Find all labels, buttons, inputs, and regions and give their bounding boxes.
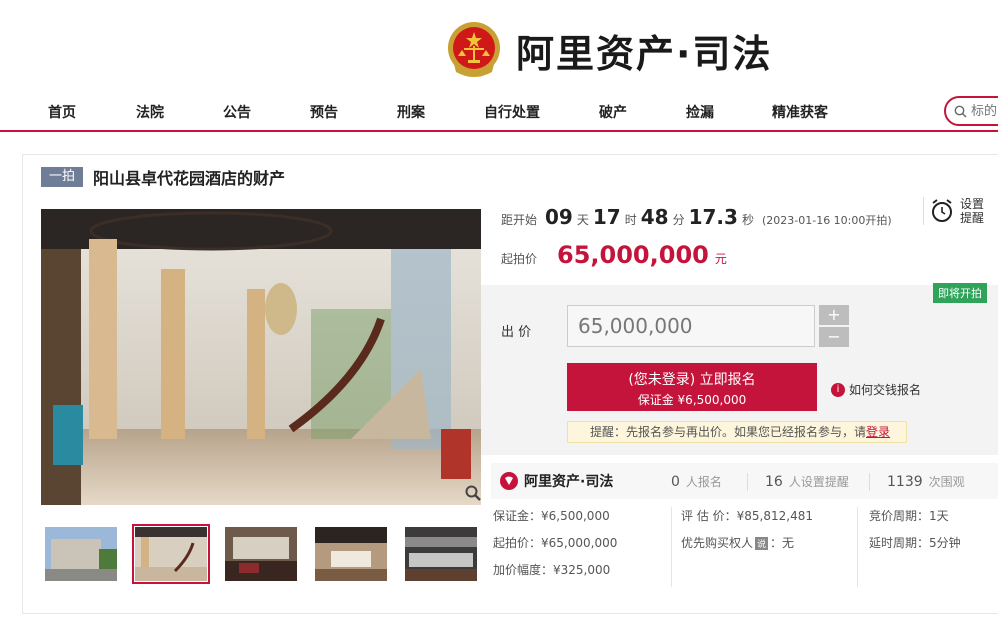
nav-preview[interactable]: 预告 [310,102,338,122]
signup-button-label: (您未登录) 立即报名 [628,372,756,388]
countdown-minutes: 48 [640,205,669,229]
item-title: 阳山县卓代花园酒店的财产 [93,169,286,188]
reminders-label: 人设置提醒 [788,475,849,489]
stat-divider [869,473,870,491]
nav-criminal[interactable]: 刑案 [397,102,425,122]
main-nav: 首页 法院 公告 预告 刑案 自行处置 破产 捡漏 精准获客 [0,96,998,132]
countdown-hours-unit: 时 [624,213,637,227]
search-icon [954,105,967,117]
countdown-seconds: 17.3 [688,205,738,229]
search-box[interactable] [944,96,998,126]
how-to-pay-link[interactable]: i 如何交钱报名 [831,381,921,398]
stat-divider [747,473,748,491]
priority-explain-icon[interactable]: 说 [755,537,769,550]
appraisal-info: 评 估 价：¥85,812,481 [681,509,813,523]
nav-court[interactable]: 法院 [136,102,164,122]
ali-asset-icon [500,472,518,490]
nav-self-disposal[interactable]: 自行处置 [484,102,540,122]
countdown-label: 距开始 [501,213,538,227]
views-stat: 1139 次围观 [887,473,965,490]
decrease-bid-button[interactable]: − [819,327,849,347]
signups-stat: 0 人报名 [671,473,722,490]
countdown-days: 09 [545,205,573,229]
countdown-minutes-unit: 分 [672,213,685,227]
logo-text: 阿里资产·司法 [516,31,773,76]
priority-buyer-info: 优先购买权人说：无 [681,534,794,551]
countdown-seconds-unit: 秒 [741,213,754,227]
bid-cycle-info: 竞价周期：1天 [869,509,949,523]
nav-bankruptcy[interactable]: 破产 [599,102,627,122]
auction-card: 一拍 阳山县卓代花园酒店的财产 距开始 09 天 17 时 48 分 17.3 … [22,154,998,614]
increment-info: 加价幅度：¥325,000 [493,563,611,577]
start-price-label: 起拍价 [501,252,538,266]
nav-home[interactable]: 首页 [48,102,76,122]
start-price-row: 起拍价 65,000,000 元 [501,241,727,269]
bid-amount-input[interactable]: 65,000,000 [567,305,815,347]
thumbnail-4[interactable] [315,527,387,581]
views-label: 次围观 [928,475,965,489]
signups-label: 人报名 [685,475,722,489]
round-badge: 一拍 [41,167,84,187]
signups-count: 0 [671,474,680,490]
auction-info-panel: 距开始 09 天 17 时 48 分 17.3 秒 (2023-01-16 10… [481,193,998,613]
priority-buyer-value: ：无 [770,536,795,550]
auction-details: 保证金：¥6,500,000 起拍价：¥65,000,000 加价幅度：¥325… [491,503,998,613]
court-emblem-icon [446,20,502,80]
thumbnail-2[interactable] [132,524,210,584]
remind-line1: 设置 [960,197,985,211]
reminders-stat: 16 人设置提醒 [765,473,849,490]
thumbnail-5[interactable] [405,527,477,581]
extension-info: 延时周期：5分钟 [869,536,961,550]
remind-line2: 提醒 [960,211,985,225]
start-price-unit: 元 [714,252,727,266]
thumbnail-1[interactable] [45,527,117,581]
signup-button[interactable]: (您未登录) 立即报名 保证金 ¥6,500,000 [567,363,817,411]
signup-hint: 提醒：先报名参与再出价。如果您已经报名参与，请登录 [567,421,907,443]
stats-bar: 阿里资产·司法 0 人报名 16 人设置提醒 1139 次围观 [491,463,998,499]
priority-buyer-label: 优先购买权人 [681,536,754,550]
bid-stepper: + − [819,305,849,347]
status-badge: 即将开拍 [933,283,987,303]
countdown: 距开始 09 天 17 时 48 分 17.3 秒 (2023-01-16 10… [501,205,892,229]
thumbnail-strip [45,524,495,584]
start-price-value: 65,000,000 [557,241,709,269]
info-icon: i [831,382,845,397]
zoom-icon[interactable] [465,485,481,505]
main-photo[interactable] [41,209,481,505]
site-header: 阿里资产·司法 [0,0,998,96]
thumbnail-3[interactable] [225,527,297,581]
login-link[interactable]: 登录 [866,425,890,439]
mini-logo: 阿里资产·司法 [499,471,613,491]
bid-label: 出 价 [501,325,532,340]
column-divider [857,507,858,587]
bid-panel: 即将开拍 出 价 65,000,000 + − (您未登录) 立即报名 保证金 … [481,283,998,455]
how-to-pay-label: 如何交钱报名 [849,383,922,397]
start-time-note: (2023-01-16 10:00开拍) [761,214,892,227]
hint-text: 提醒：先报名参与再出价。如果您已经报名参与，请 [590,425,867,439]
nav-bargain[interactable]: 捡漏 [686,102,714,122]
column-divider [671,507,672,587]
views-count: 1139 [887,474,923,490]
countdown-days-unit: 天 [576,213,589,227]
deposit-info: 保证金：¥6,500,000 [493,509,610,523]
signup-deposit-label: 保证金 ¥6,500,000 [637,393,747,407]
search-input[interactable] [971,103,998,119]
start-price-info: 起拍价：¥65,000,000 [493,536,618,550]
site-logo[interactable]: 阿里资产·司法 [446,20,772,80]
nav-precise-customers[interactable]: 精准获客 [772,102,828,122]
countdown-hours: 17 [592,205,621,229]
increase-bid-button[interactable]: + [819,305,849,325]
alarm-clock-icon [932,199,952,222]
set-reminder-button[interactable]: 设置 提醒 [923,197,984,225]
nav-announcement[interactable]: 公告 [223,102,251,122]
title-row: 一拍 阳山县卓代花园酒店的财产 [41,165,285,189]
reminders-count: 16 [765,474,783,490]
mini-logo-text: 阿里资产·司法 [524,474,614,490]
